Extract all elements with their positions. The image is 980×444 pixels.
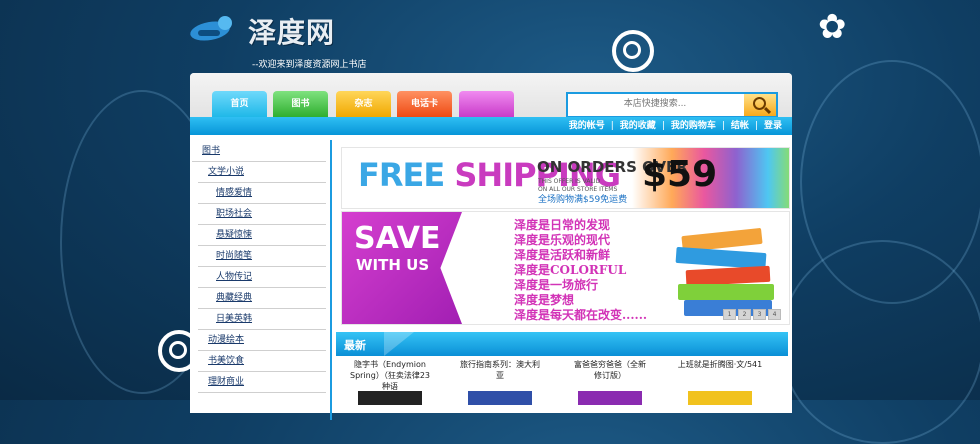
sidebar-item-food[interactable]: 书美饮食 — [198, 351, 326, 372]
link-login[interactable]: 登录 — [758, 117, 788, 135]
sidebar-item-books[interactable]: 图书 — [192, 141, 326, 162]
logo-text: 泽度网 — [248, 16, 336, 49]
pager-button[interactable]: 3 — [753, 309, 766, 320]
main-panel: 首页 图书 杂志 电话卡 我的帐号 | 我的收藏 | 我的购物车 | 结帐 | … — [190, 73, 792, 420]
product-card[interactable]: 旅行指南系列：澳大利亚 — [450, 359, 550, 419]
save-ribbon: SAVE WITH US — [342, 212, 462, 324]
nav-tabs: 首页 图书 杂志 电话卡 — [190, 73, 792, 118]
background-swirl — [780, 240, 980, 444]
product-thumbnail[interactable] — [358, 391, 422, 405]
category-sidebar: 图书 文学小说 情感爱情 职场社会 悬疑惊悚 时尚随笔 人物传记 典藏经典 日美… — [192, 141, 326, 393]
site-logo[interactable]: 泽度网 — [188, 14, 336, 49]
latest-section-header: 最新 — [336, 332, 788, 356]
link-my-favorites[interactable]: 我的收藏 — [614, 117, 662, 135]
pager-button[interactable]: 4 — [768, 309, 781, 320]
sidebar-item-biography[interactable]: 人物传记 — [198, 267, 326, 288]
product-title[interactable]: 富爸爸穷爸爸（全新修订版） — [560, 359, 660, 381]
product-card[interactable]: 上班就是折腾图·文/541 — [670, 359, 770, 419]
save-with-us-banner[interactable]: SAVE WITH US 泽度是日常的发现 泽度是乐观的现代 泽度是活跃和新鲜 … — [341, 211, 790, 325]
link-my-cart[interactable]: 我的购物车 — [665, 117, 722, 135]
tab-books[interactable]: 图书 — [273, 91, 328, 117]
tab-magazines[interactable]: 杂志 — [336, 91, 391, 117]
welcome-text: --欢迎来到泽度资源网上书店 — [252, 60, 367, 70]
product-title[interactable]: 隐字书（Endymion Spring）（狂卖法律23种语 — [340, 359, 440, 392]
product-thumbnail[interactable] — [468, 391, 532, 405]
banner-pager: 1 2 3 4 — [723, 309, 781, 320]
flower-icon: ✿ — [818, 7, 847, 47]
search-button[interactable] — [744, 94, 776, 116]
sidebar-item-foreign[interactable]: 日美英韩 — [198, 309, 326, 330]
product-title[interactable]: 上班就是折腾图·文/541 — [670, 359, 770, 370]
sidebar-item-classics[interactable]: 典藏经典 — [198, 288, 326, 309]
link-checkout[interactable]: 结帐 — [725, 117, 755, 135]
sidebar-item-literature[interactable]: 文学小说 — [198, 162, 326, 183]
account-bar: 我的帐号 | 我的收藏 | 我的购物车 | 结帐 | 登录 — [190, 117, 792, 135]
product-card[interactable]: 隐字书（Endymion Spring）（狂卖法律23种语 — [340, 359, 440, 419]
sidebar-item-essays[interactable]: 时尚随笔 — [198, 246, 326, 267]
free-shipping-banner[interactable]: FREE SHIPPING ON ORDERS OVER THIS OFFER … — [341, 147, 790, 209]
shipping-note: 全场购物满$59免运费 — [538, 195, 628, 205]
latest-title: 最新 — [344, 339, 366, 352]
tab-home[interactable]: 首页 — [212, 91, 267, 117]
sidebar-item-thriller[interactable]: 悬疑惊悚 — [198, 225, 326, 246]
search-input[interactable] — [570, 96, 740, 112]
product-title[interactable]: 旅行指南系列：澳大利亚 — [450, 359, 550, 381]
sidebar-item-finance[interactable]: 理财商业 — [198, 372, 326, 393]
threshold-price: $59 — [642, 154, 718, 195]
product-thumbnail[interactable] — [578, 391, 642, 405]
sidebar-item-comics[interactable]: 动漫绘本 — [198, 330, 326, 351]
tab-extra[interactable] — [459, 91, 514, 117]
pager-button[interactable]: 1 — [723, 309, 736, 320]
sidebar-item-romance[interactable]: 情感爱情 — [198, 183, 326, 204]
column-divider — [330, 140, 332, 420]
search-icon — [753, 97, 766, 110]
slogan-list: 泽度是日常的发现 泽度是乐观的现代 泽度是活跃和新鲜 泽度是COLORFUL 泽… — [514, 218, 648, 322]
search-box — [566, 92, 778, 118]
logo-mark-icon — [188, 16, 242, 46]
product-thumbnail[interactable] — [688, 391, 752, 405]
circle-ornament-icon — [612, 30, 654, 72]
product-list: 隐字书（Endymion Spring）（狂卖法律23种语 旅行指南系列：澳大利… — [336, 359, 788, 419]
pager-button[interactable]: 2 — [738, 309, 751, 320]
link-my-account[interactable]: 我的帐号 — [563, 117, 611, 135]
sidebar-item-workplace[interactable]: 职场社会 — [198, 204, 326, 225]
product-card[interactable]: 富爸爸穷爸爸（全新修订版） — [560, 359, 660, 419]
tab-phone-cards[interactable]: 电话卡 — [397, 91, 452, 117]
books-stack-icon — [672, 222, 782, 316]
